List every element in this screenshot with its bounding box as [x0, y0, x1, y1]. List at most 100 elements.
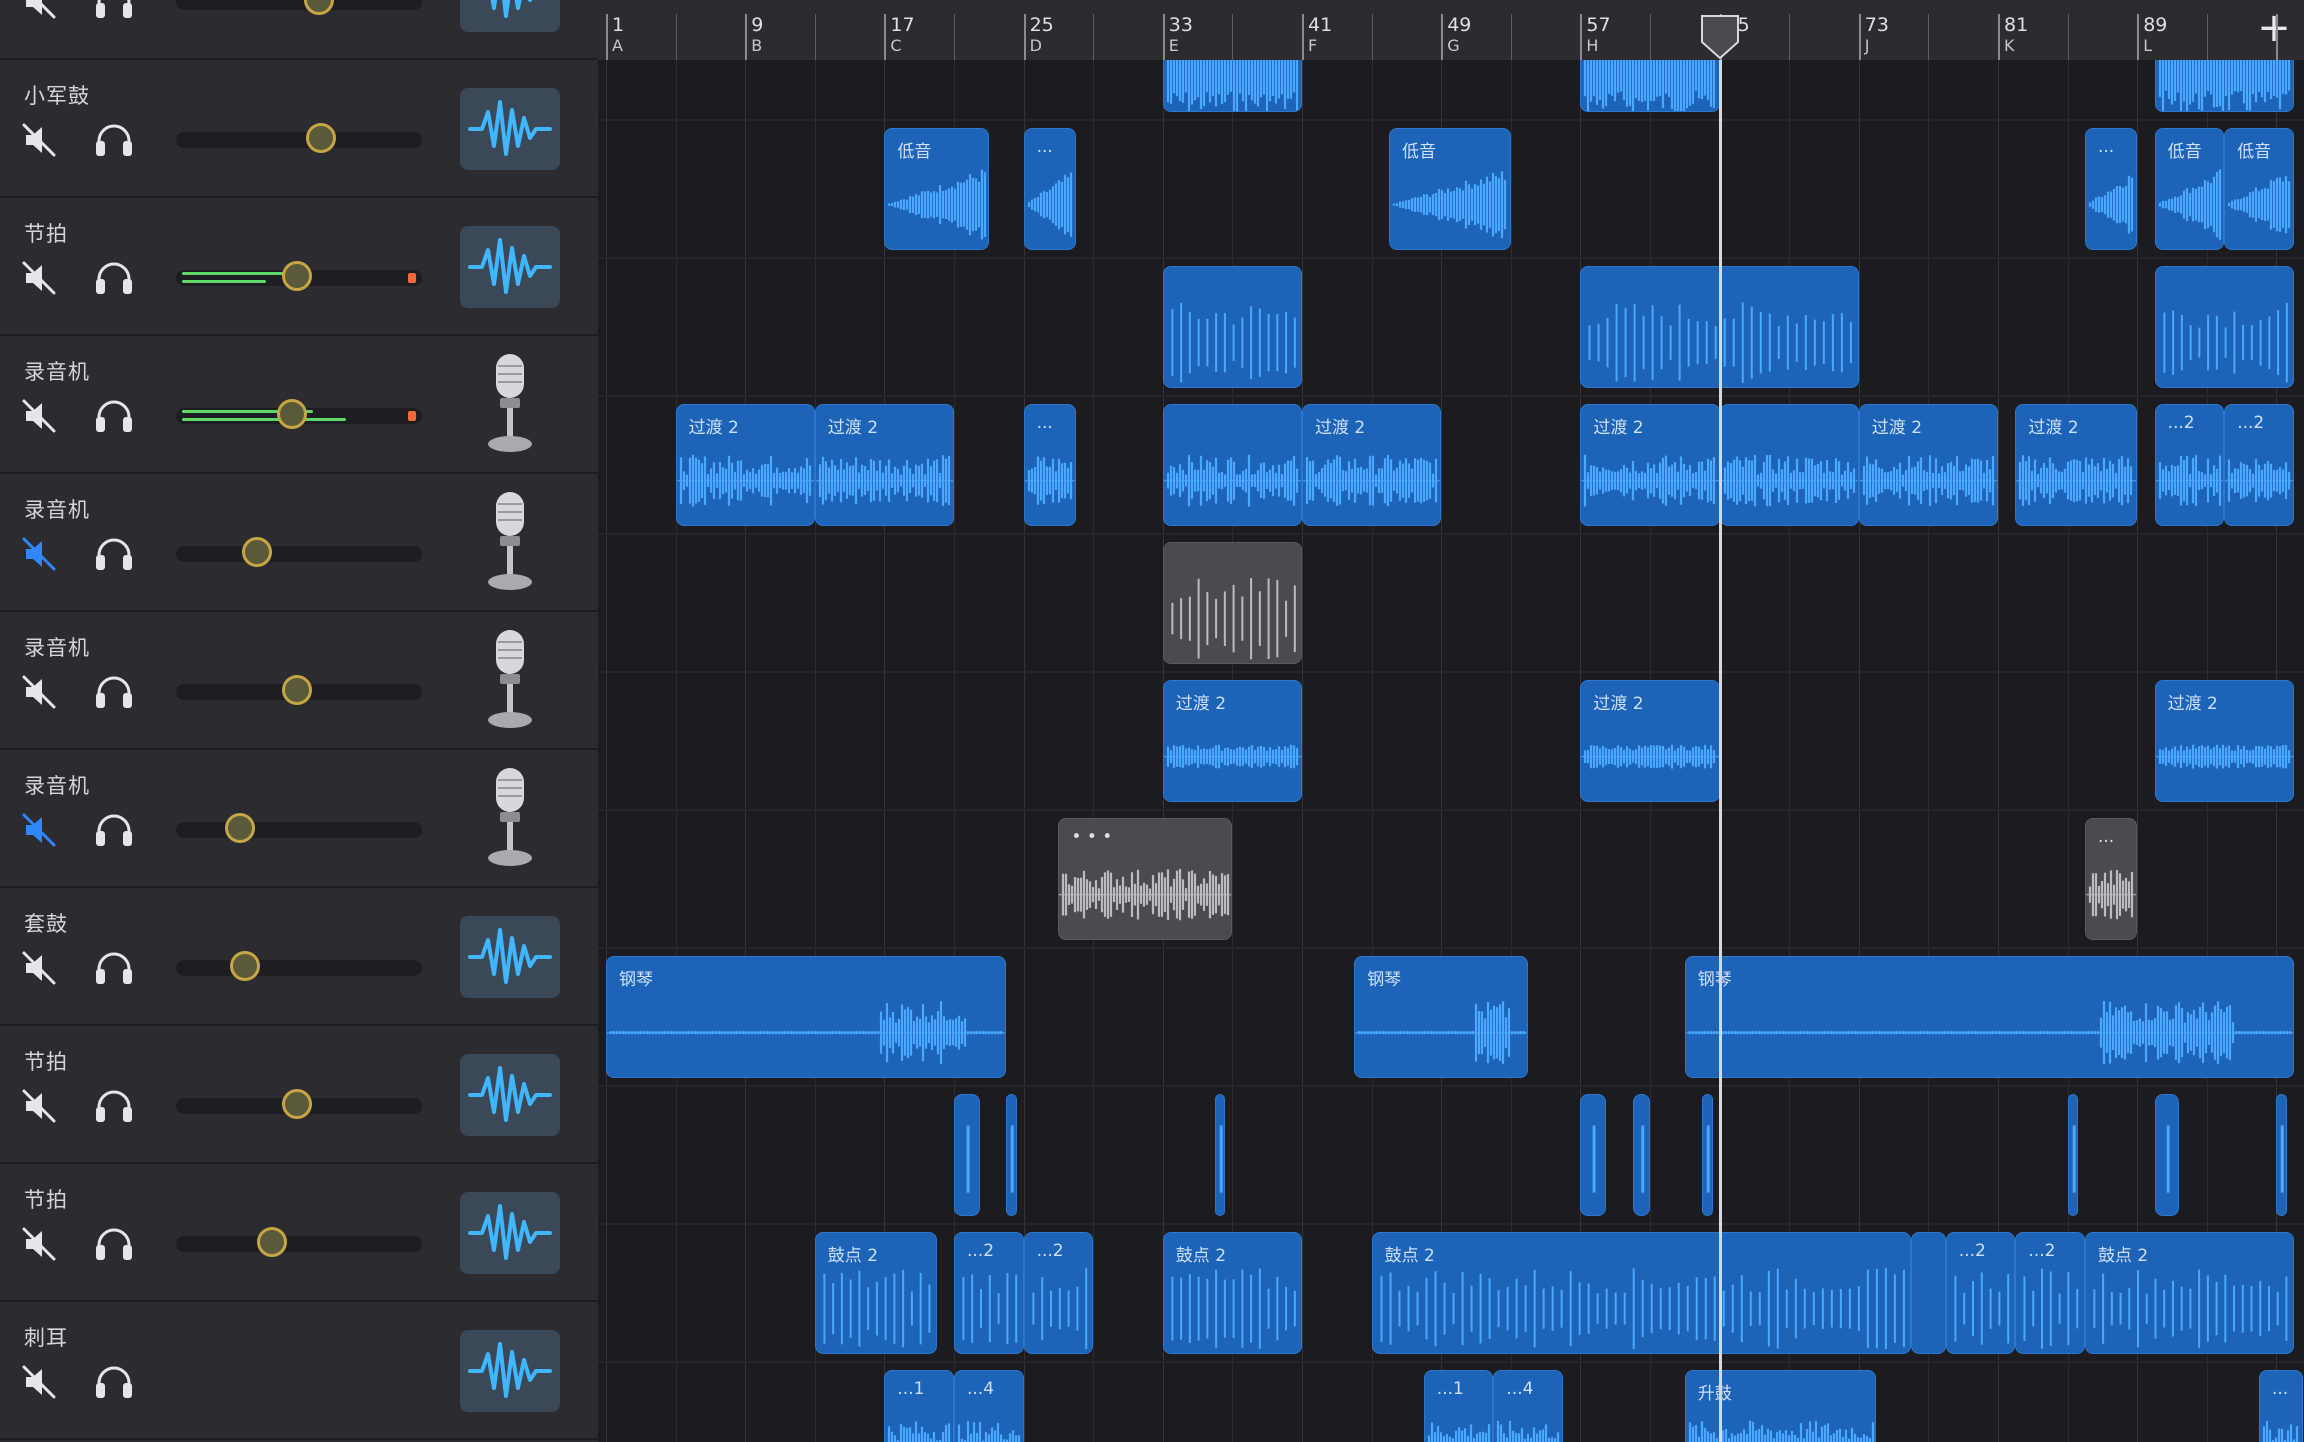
section-marker[interactable]: A [612, 36, 623, 55]
audio-region[interactable]: 低音 [2224, 128, 2294, 250]
audio-region[interactable]: 过渡 2 [1162, 680, 1302, 802]
audio-region[interactable]: 低音 [1389, 128, 1511, 250]
microphone-icon[interactable] [460, 350, 560, 460]
audio-region[interactable] [1162, 266, 1302, 388]
audio-region[interactable] [2276, 1094, 2287, 1216]
waveform-icon[interactable] [460, 1192, 560, 1274]
audio-region[interactable] [1162, 60, 1302, 112]
waveform-icon[interactable] [460, 1330, 560, 1412]
track-header[interactable]: 节拍 [0, 198, 598, 336]
solo-headphones-button[interactable] [92, 0, 136, 21]
audio-region[interactable]: 钢琴 [1354, 956, 1529, 1078]
volume-knob[interactable] [224, 813, 255, 843]
track-header[interactable]: 套鼓 [0, 888, 598, 1026]
audio-region[interactable]: 过渡 2 [1858, 404, 1998, 526]
microphone-icon[interactable] [460, 626, 560, 736]
audio-region[interactable]: ...2 [954, 1232, 1024, 1354]
audio-region[interactable]: 过渡 2 [1302, 404, 1442, 526]
audio-region[interactable]: ... [2085, 818, 2138, 940]
audio-region[interactable]: 低音 [2154, 128, 2225, 250]
section-marker[interactable]: G [1447, 36, 1459, 55]
solo-headphones-button[interactable] [92, 1087, 136, 1125]
arrangement-area[interactable]: 低音... 低音... 低音 低音 过渡 2 过渡 2... 过渡 2 过渡 2 过渡 2 过渡 … [598, 60, 2304, 1442]
mute-button[interactable] [20, 259, 58, 297]
audio-region[interactable] [2154, 266, 2294, 388]
volume-knob[interactable] [256, 1227, 287, 1257]
solo-headphones-button[interactable] [92, 673, 136, 711]
audio-region[interactable]: ... [2259, 1370, 2303, 1442]
section-marker[interactable]: L [2143, 36, 2152, 55]
audio-region[interactable] [1006, 1094, 1017, 1216]
waveform-icon[interactable] [460, 226, 560, 308]
audio-region[interactable]: ... [2085, 128, 2138, 250]
mute-button[interactable] [20, 0, 58, 21]
audio-region[interactable] [2067, 1094, 2079, 1216]
mute-button[interactable] [20, 949, 58, 987]
track-header[interactable]: 小军鼓 [0, 60, 598, 198]
audio-region[interactable]: 鼓点 2 [1162, 1232, 1302, 1354]
playhead[interactable] [1718, 60, 1722, 1442]
solo-headphones-button[interactable] [92, 121, 136, 159]
audio-region[interactable]: ...1 [884, 1370, 954, 1442]
section-marker[interactable]: J [1865, 36, 1870, 55]
section-marker[interactable]: B [751, 36, 762, 55]
audio-region[interactable]: 过渡 2 [675, 404, 815, 526]
audio-region[interactable] [1719, 404, 1859, 526]
audio-region[interactable]: ...2 [1023, 1232, 1094, 1354]
audio-region[interactable]: ...2 [2224, 404, 2294, 526]
solo-headphones-button[interactable] [92, 397, 136, 435]
microphone-icon[interactable] [460, 764, 560, 874]
mute-button[interactable] [20, 397, 58, 435]
volume-slider[interactable] [176, 537, 422, 567]
audio-region[interactable]: 升鼓 [1684, 1370, 1877, 1442]
waveform-icon[interactable] [460, 916, 560, 998]
volume-slider[interactable] [176, 1227, 422, 1257]
audio-region[interactable] [2154, 60, 2294, 112]
audio-region[interactable]: ...4 [954, 1370, 1024, 1442]
audio-region[interactable]: ...2 [1945, 1232, 2016, 1354]
audio-region[interactable]: 过渡 2 [814, 404, 954, 526]
volume-slider[interactable] [176, 1089, 422, 1119]
audio-region[interactable]: ...4 [1493, 1370, 1563, 1442]
audio-region[interactable] [1162, 404, 1302, 526]
solo-headphones-button[interactable] [92, 535, 136, 573]
volume-knob[interactable] [276, 399, 307, 429]
audio-region[interactable]: 低音 [884, 128, 989, 250]
track-header[interactable]: 节拍 [0, 1026, 598, 1164]
solo-headphones-button[interactable] [92, 1363, 136, 1401]
solo-headphones-button[interactable] [92, 949, 136, 987]
volume-slider[interactable] [176, 675, 422, 705]
audio-region[interactable] [1580, 1094, 1607, 1216]
section-marker[interactable]: H [1586, 36, 1598, 55]
audio-region[interactable]: 钢琴 [606, 956, 1007, 1078]
track-header[interactable]: 录音机 [0, 750, 598, 888]
audio-region[interactable]: 钢琴 [1684, 956, 2294, 1078]
audio-region[interactable]: 过渡 2 [1580, 680, 1720, 802]
audio-region[interactable] [1702, 1094, 1713, 1216]
mute-button[interactable] [20, 1363, 58, 1401]
audio-region[interactable]: 过渡 2 [2154, 680, 2294, 802]
waveform-icon[interactable] [460, 0, 560, 32]
volume-knob[interactable] [281, 675, 312, 705]
solo-headphones-button[interactable] [92, 811, 136, 849]
waveform-icon[interactable] [460, 88, 560, 170]
volume-knob[interactable] [242, 537, 273, 567]
volume-knob[interactable] [229, 951, 260, 981]
audio-region[interactable]: 鼓点 2 [814, 1232, 937, 1354]
waveform-icon[interactable] [460, 1054, 560, 1136]
mute-button[interactable] [20, 535, 58, 573]
add-section-button[interactable]: + [2252, 8, 2296, 52]
volume-knob[interactable] [281, 1089, 312, 1119]
mute-button[interactable] [20, 811, 58, 849]
track-header[interactable]: 录音机 [0, 336, 598, 474]
solo-headphones-button[interactable] [92, 259, 136, 297]
track-header[interactable]: 节拍 [0, 1164, 598, 1302]
audio-region[interactable]: • • • [1058, 818, 1233, 940]
volume-slider[interactable] [176, 399, 422, 429]
track-header[interactable]: 录音机 [0, 474, 598, 612]
audio-region[interactable]: ...2 [2015, 1232, 2085, 1354]
audio-region[interactable] [1911, 1232, 1946, 1354]
volume-slider[interactable] [176, 813, 422, 843]
audio-region[interactable]: ... [1023, 404, 1076, 526]
solo-headphones-button[interactable] [92, 1225, 136, 1263]
